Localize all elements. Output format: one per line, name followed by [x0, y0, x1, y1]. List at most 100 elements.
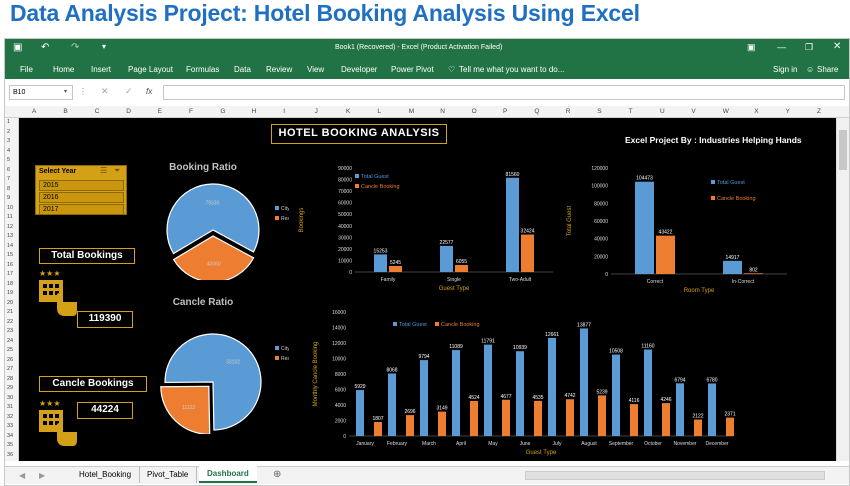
bar-cancel-booking[interactable]: [374, 421, 382, 436]
column-header[interactable]: D: [126, 108, 131, 115]
column-header[interactable]: E: [158, 108, 162, 115]
bar-cancel-booking[interactable]: [470, 400, 478, 436]
room-type-chart[interactable]: 0 20000 40000 60000 80000 100000 120000 Correct…: [559, 158, 789, 298]
sheet-tab-pivot-table[interactable]: Pivot_Table: [139, 467, 198, 483]
column-header[interactable]: N: [440, 108, 445, 115]
tab-data[interactable]: Data: [234, 65, 251, 74]
column-header[interactable]: Y: [786, 108, 790, 115]
bar-cancel-booking[interactable]: [455, 265, 468, 272]
column-header[interactable]: S: [597, 108, 601, 115]
column-header[interactable]: U: [660, 108, 665, 115]
row-header[interactable]: 28: [7, 376, 13, 382]
bar-cancel-booking[interactable]: [656, 235, 675, 274]
column-header[interactable]: K: [346, 108, 350, 115]
row-header[interactable]: 3: [7, 138, 10, 144]
column-header[interactable]: F: [189, 108, 193, 115]
row-header[interactable]: 20: [7, 300, 13, 306]
row-header[interactable]: 21: [7, 309, 13, 315]
bar-total-guest[interactable]: [548, 337, 556, 436]
tab-file[interactable]: File: [20, 65, 33, 74]
column-header[interactable]: C: [95, 108, 100, 115]
row-header[interactable]: 25: [7, 347, 13, 353]
row-header[interactable]: 32: [7, 414, 13, 420]
column-header[interactable]: A: [32, 108, 36, 115]
row-header[interactable]: 34: [7, 433, 13, 439]
tab-page-layout[interactable]: Page Layout: [128, 65, 173, 74]
clear-filter-icon[interactable]: ⏷: [114, 166, 120, 176]
row-header[interactable]: 11: [7, 214, 13, 220]
row-header[interactable]: 29: [7, 385, 13, 391]
column-header[interactable]: M: [409, 108, 414, 115]
row-header[interactable]: 9: [7, 195, 10, 201]
multi-select-icon[interactable]: ☰: [100, 166, 107, 175]
slicer-item-2015[interactable]: 2015: [39, 180, 124, 191]
name-box-dropdown-icon[interactable]: ▾: [64, 88, 67, 95]
save-icon[interactable]: ▣: [13, 42, 22, 53]
bar-cancel-booking[interactable]: [662, 403, 670, 436]
insert-function-icon[interactable]: fx: [146, 87, 152, 96]
row-header[interactable]: 13: [7, 233, 13, 239]
customize-qat-icon[interactable]: ▾: [102, 42, 106, 51]
column-header[interactable]: X: [754, 108, 758, 115]
row-header[interactable]: 36: [7, 452, 13, 458]
tab-developer[interactable]: Developer: [341, 65, 377, 74]
column-header[interactable]: R: [566, 108, 571, 115]
row-header[interactable]: 16: [7, 262, 13, 268]
bar-total-guest[interactable]: [420, 360, 428, 436]
undo-icon[interactable]: ↶: [41, 42, 49, 53]
tab-review[interactable]: Review: [266, 65, 292, 74]
row-header[interactable]: 23: [7, 328, 13, 334]
bar-total-guest[interactable]: [452, 350, 460, 436]
slicer-item-2016[interactable]: 2016: [39, 192, 124, 203]
bar-total-guest[interactable]: [356, 390, 364, 436]
bar-cancel-booking[interactable]: [406, 415, 414, 436]
row-header[interactable]: 35: [7, 442, 13, 448]
column-header[interactable]: G: [220, 108, 225, 115]
bar-total-guest[interactable]: [708, 383, 716, 436]
bar-total-guest[interactable]: [440, 245, 453, 272]
tab-home[interactable]: Home: [53, 65, 74, 74]
cancel-ratio-chart[interactable]: Cancle Ratio 33102 11122 City Hotel Resort H…: [149, 294, 289, 434]
slicer-item-2017[interactable]: 2017: [39, 204, 124, 215]
monthly-chart[interactable]: 0 2000 4000 6000 8000 10000 12000 14000 16000 Jan…: [289, 304, 739, 461]
bar-total-guest[interactable]: [580, 328, 588, 436]
row-header[interactable]: 24: [7, 338, 13, 344]
row-header[interactable]: 30: [7, 395, 13, 401]
row-header[interactable]: 7: [7, 176, 10, 182]
column-header[interactable]: P: [503, 108, 507, 115]
column-header[interactable]: I: [283, 108, 285, 115]
row-header[interactable]: 22: [7, 319, 13, 325]
sign-in-link[interactable]: Sign in: [773, 65, 797, 74]
horizontal-scrollbar[interactable]: [525, 471, 825, 480]
bar-total-guest[interactable]: [612, 354, 620, 436]
row-header[interactable]: 19: [7, 290, 13, 296]
formula-input[interactable]: [163, 85, 845, 100]
column-header[interactable]: V: [691, 108, 695, 115]
maximize-icon[interactable]: ❐: [805, 42, 813, 53]
prev-sheet-icon[interactable]: ◀: [19, 471, 25, 480]
tab-insert[interactable]: Insert: [91, 65, 111, 74]
column-header[interactable]: L: [377, 108, 381, 115]
tell-me-box[interactable]: Tell me what you want to do...: [459, 65, 564, 74]
bar-cancel-booking[interactable]: [630, 404, 638, 436]
row-header[interactable]: 31: [7, 404, 13, 410]
guest-type-chart[interactable]: 0 10000 20000 30000 40000 50000 60000 70000 8000…: [289, 160, 559, 296]
tab-formulas[interactable]: Formulas: [186, 65, 219, 74]
column-header[interactable]: W: [723, 108, 729, 115]
bar-cancel-booking[interactable]: [521, 234, 534, 272]
ribbon-display-icon[interactable]: ▣: [747, 42, 756, 53]
enter-icon[interactable]: ✓: [125, 86, 133, 97]
row-header[interactable]: 12: [7, 224, 13, 230]
sheet-tab-hotel-booking[interactable]: Hotel_Booking: [71, 467, 141, 483]
bar-total-guest[interactable]: [506, 177, 519, 272]
column-header[interactable]: T: [629, 108, 633, 115]
row-header[interactable]: 14: [7, 243, 13, 249]
bar-total-guest[interactable]: [676, 383, 684, 436]
row-header[interactable]: 18: [7, 281, 13, 287]
vertical-scrollbar[interactable]: [836, 118, 849, 461]
tab-view[interactable]: View: [307, 65, 324, 74]
bar-cancel-booking[interactable]: [694, 419, 702, 436]
row-header[interactable]: 5: [7, 157, 10, 163]
column-header[interactable]: Q: [534, 108, 539, 115]
column-header[interactable]: O: [472, 108, 477, 115]
